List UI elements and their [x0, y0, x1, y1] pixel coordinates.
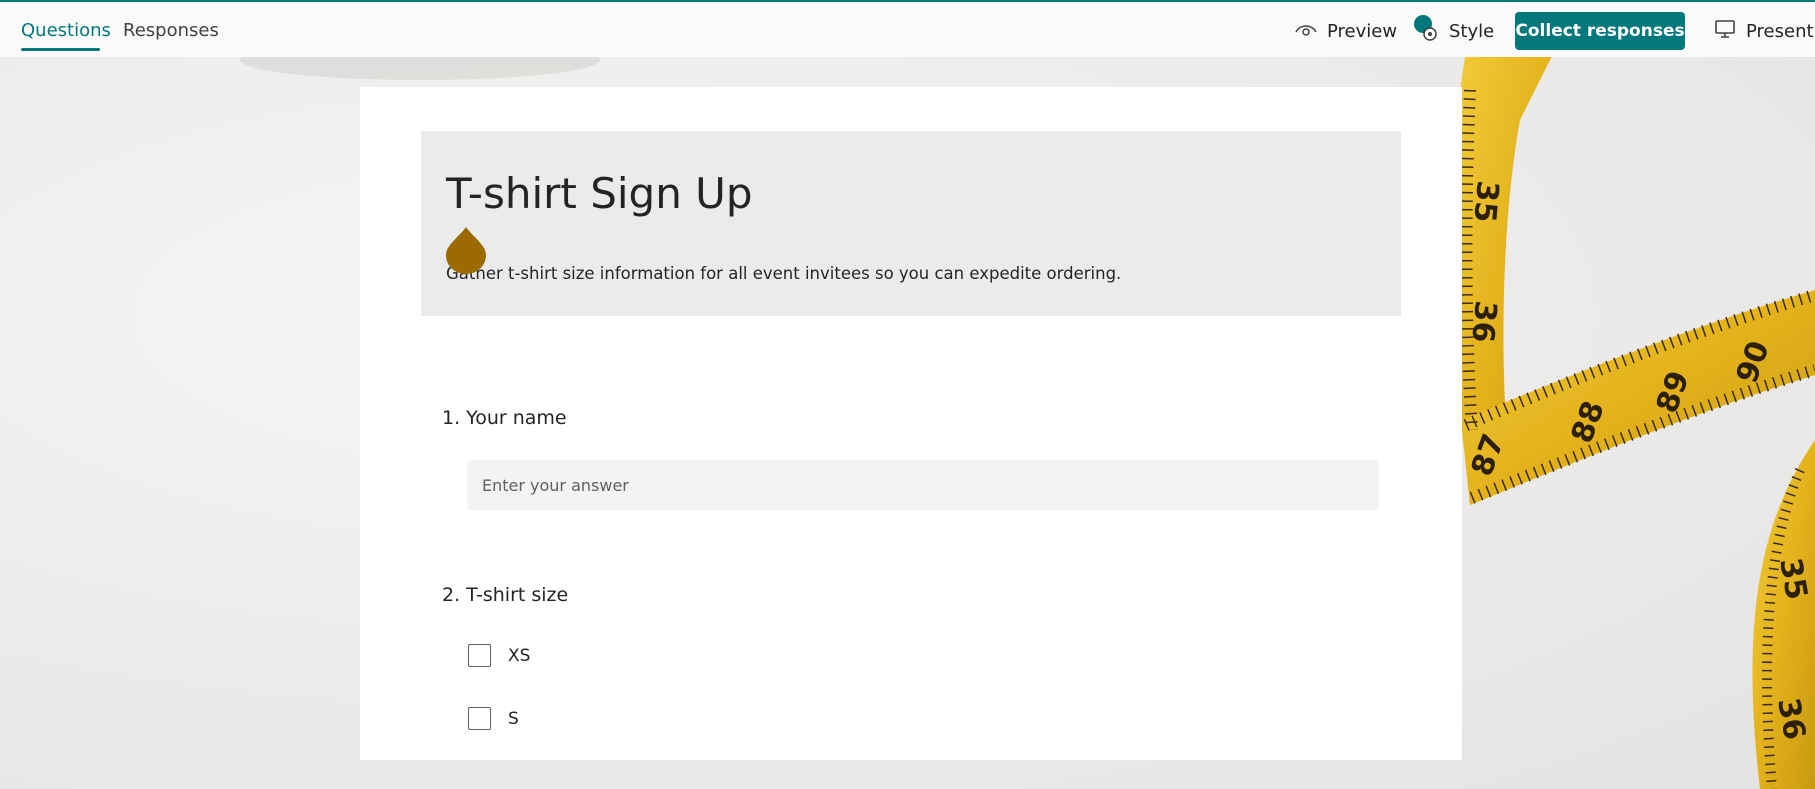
style-button[interactable]: Style [1413, 14, 1494, 48]
collect-responses-button[interactable]: Collect responses [1515, 12, 1685, 50]
checkbox[interactable] [468, 707, 491, 730]
question-text: Your name [466, 407, 567, 429]
option-label: XS [508, 645, 531, 666]
form-card: T-shirt Sign Up Gather t-shirt size info… [360, 87, 1462, 760]
svg-text:35: 35 [1466, 179, 1505, 224]
preview-button[interactable]: Preview [1295, 14, 1397, 48]
present-label: Present [1746, 20, 1814, 42]
tab-responses[interactable]: Responses [123, 20, 219, 41]
question-number: 1. [442, 407, 461, 429]
top-bar: Questions Responses Preview Style Collec… [0, 0, 1815, 57]
present-button[interactable]: Present [1714, 14, 1814, 48]
svg-text:35: 35 [1772, 555, 1814, 602]
form-description[interactable]: Gather t-shirt size information for all … [446, 264, 1121, 283]
question-text: T-shirt size [466, 584, 569, 606]
svg-text:36: 36 [1770, 695, 1812, 742]
palette-icon [1413, 14, 1449, 48]
monitor-icon [1714, 19, 1746, 44]
question-2: 2. T-shirt size [442, 584, 568, 606]
option-label: S [508, 708, 519, 729]
theme-drop-icon [445, 225, 487, 279]
form-header: T-shirt Sign Up Gather t-shirt size info… [421, 131, 1401, 316]
question-1: 1. Your name [442, 407, 567, 429]
preview-label: Preview [1327, 20, 1398, 42]
svg-text:36: 36 [1464, 299, 1503, 344]
style-label: Style [1449, 20, 1495, 42]
option-s[interactable]: S [468, 707, 519, 730]
eye-icon [1295, 21, 1327, 42]
active-tab-indicator [21, 48, 100, 51]
question-number: 2. [442, 584, 461, 606]
checkbox[interactable] [468, 644, 491, 667]
option-xs[interactable]: XS [468, 644, 530, 667]
form-title[interactable]: T-shirt Sign Up [446, 169, 753, 218]
name-answer-input[interactable] [467, 460, 1379, 510]
tab-questions[interactable]: Questions [21, 20, 111, 41]
